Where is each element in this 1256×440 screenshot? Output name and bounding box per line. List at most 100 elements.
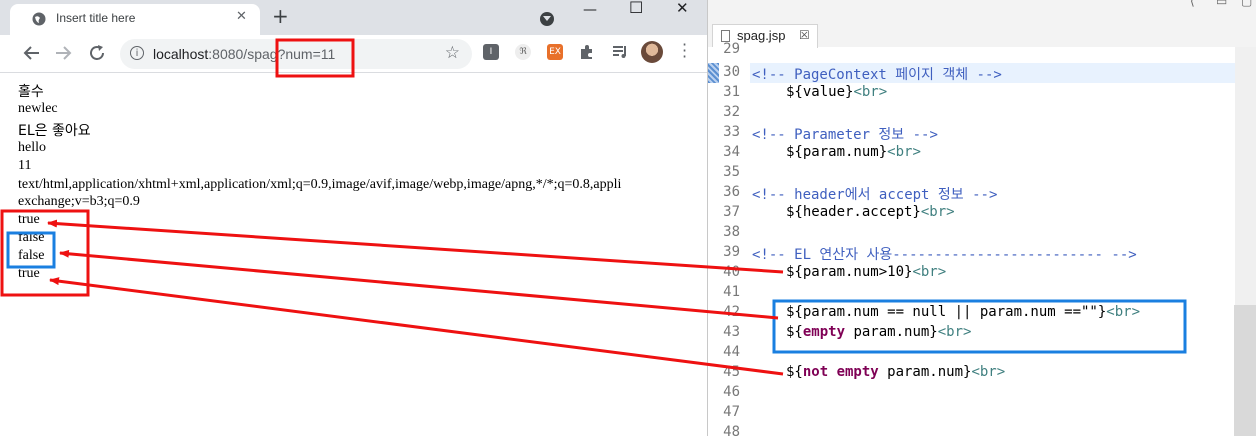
- forward-icon[interactable]: [55, 45, 73, 61]
- editor-scrollbar-thumb[interactable]: [1234, 305, 1256, 436]
- output-line-10: false: [18, 248, 45, 263]
- html-tag: <br>: [853, 84, 888, 100]
- profile-avatar[interactable]: [641, 41, 663, 63]
- code-line-45: ${not empty param.num}<br>: [786, 364, 1005, 380]
- el-rest: param.num}: [878, 364, 972, 380]
- html-tag: <br>: [920, 204, 955, 220]
- el-rest: param.num}: [845, 324, 938, 340]
- code-line-39: <!-- EL 연산자 사용------------------------- …: [752, 247, 1137, 263]
- editor-back-icon[interactable]: ⟨: [1190, 0, 1195, 8]
- line-number: 41: [723, 284, 740, 300]
- tab-search-icon[interactable]: [540, 12, 554, 26]
- editor-tab-strip: ⟨ ▭ ▢ spag.jsp ☒: [708, 0, 1256, 48]
- reload-icon[interactable]: [88, 44, 106, 62]
- el-open: ${: [786, 364, 803, 380]
- media-queue-icon[interactable]: [612, 45, 628, 59]
- line-number: 33: [723, 124, 740, 140]
- code-line-34: ${param.num}<br>: [786, 144, 921, 160]
- tab-title: Insert title here: [56, 11, 136, 25]
- output-line-5: 11: [18, 158, 32, 173]
- line-number: 48: [723, 424, 740, 440]
- back-icon[interactable]: [22, 45, 40, 61]
- editor-restore-icon[interactable]: ▭: [1216, 0, 1227, 8]
- el-expression: ${value}: [786, 84, 854, 100]
- tab-strip: Insert title here ✕ + — ☐ ✕: [0, 0, 707, 35]
- code-line-43: ${empty param.num}<br>: [786, 324, 971, 340]
- file-tab-label: spag.jsp: [737, 28, 786, 43]
- menu-icon[interactable]: · · ·: [682, 37, 687, 65]
- tab-close-icon[interactable]: ✕: [236, 9, 247, 24]
- extension-i-icon[interactable]: I: [483, 44, 499, 60]
- output-line-1: 홀수: [18, 84, 44, 100]
- line-number: 38: [723, 224, 740, 240]
- el-expression: ${header.accept}: [786, 204, 921, 220]
- browser-tab[interactable]: Insert title here ✕: [10, 4, 260, 35]
- new-tab-button[interactable]: +: [272, 4, 289, 28]
- url-text[interactable]: localhost:8080/spag?num=11: [153, 46, 335, 62]
- extension-puzzle-icon[interactable]: [579, 44, 595, 60]
- info-icon[interactable]: i: [130, 46, 144, 60]
- html-tag: <br>: [1106, 304, 1141, 320]
- output-line-2: newlec: [18, 101, 58, 116]
- line-number: 30: [723, 64, 740, 80]
- star-icon[interactable]: ☆: [445, 43, 460, 63]
- code-area[interactable]: <!-- PageContext 페이지 객체 --> ${value}<br>…: [750, 47, 1235, 436]
- output-line-11: true: [18, 266, 40, 281]
- page-content: 홀수 newlec EL은 좋아요 hello 11 text/html,app…: [0, 73, 707, 436]
- line-number: 35: [723, 164, 740, 180]
- line-number-gutter: 29 30 31 32 33 34 35 36 37 38 39 40 41 4…: [708, 41, 750, 440]
- code-editor: ⟨ ▭ ▢ spag.jsp ☒ 29 30 31 32 33 34 35 36…: [708, 0, 1256, 440]
- editor-maximize-icon[interactable]: ▢: [1241, 0, 1252, 8]
- el-open: ${: [786, 324, 803, 340]
- el-expression: ${param.num}: [786, 144, 888, 160]
- line-number: 43: [723, 324, 740, 340]
- browser-toolbar: i localhost:8080/spag?num=11 ☆ I ℜ EX · ·…: [0, 35, 707, 73]
- output-line-9: false: [18, 230, 45, 245]
- line-number: 39: [723, 244, 740, 260]
- line-number: 36: [723, 184, 740, 200]
- line-number: 29: [723, 41, 740, 57]
- line-number: 40: [723, 264, 740, 280]
- output-line-8: true: [18, 212, 40, 227]
- line-number: 46: [723, 384, 740, 400]
- html-tag: <br>: [912, 264, 947, 280]
- code-line-40: ${param.num>10}<br>: [786, 264, 946, 280]
- maximize-button[interactable]: ☐: [629, 0, 643, 17]
- line-number: 34: [723, 144, 740, 160]
- code-line-36: <!-- header에서 accept 정보 -->: [752, 187, 998, 203]
- code-line-31: ${value}<br>: [786, 84, 887, 100]
- el-expression: ${param.num == null || param.num ==""}: [786, 304, 1107, 320]
- output-line-4: hello: [18, 140, 46, 155]
- minimize-button[interactable]: —: [583, 2, 597, 18]
- el-keyword: not empty: [802, 364, 879, 380]
- extension-tn-icon[interactable]: ℜ: [515, 44, 531, 60]
- close-window-button[interactable]: ✕: [676, 0, 689, 17]
- browser-window: Insert title here ✕ + — ☐ ✕ i localhost:…: [0, 0, 708, 436]
- extension-ex-icon[interactable]: EX: [547, 44, 563, 60]
- output-line-6: text/html,application/xhtml+xml,applicat…: [18, 177, 622, 192]
- url-port: :8080/: [208, 46, 248, 62]
- line-number: 37: [723, 204, 740, 220]
- file-tab-close-icon[interactable]: ☒: [799, 28, 810, 42]
- html-tag: <br>: [971, 364, 1006, 380]
- code-line-33: <!-- Parameter 정보 -->: [752, 127, 938, 143]
- html-tag: <br>: [887, 144, 921, 160]
- line-number: 44: [723, 344, 740, 360]
- code-line-30: <!-- PageContext 페이지 객체 -->: [752, 67, 1002, 83]
- output-line-7: exchange;v=b3;q=0.9: [18, 194, 140, 209]
- output-line-3: EL은 좋아요: [18, 123, 91, 139]
- code-line-42: ${param.num == null || param.num ==""}<b…: [786, 304, 1140, 320]
- url-query: ?num=11: [277, 46, 336, 62]
- line-number: 42: [723, 304, 740, 320]
- html-tag: <br>: [937, 324, 972, 340]
- url-host: localhost: [153, 46, 209, 62]
- line-number: 31: [723, 84, 740, 100]
- globe-icon: [32, 12, 46, 26]
- code-line-37: ${header.accept}<br>: [786, 204, 955, 220]
- el-expression: ${param.num>10}: [786, 264, 913, 280]
- address-bar[interactable]: i localhost:8080/spag?num=11 ☆: [120, 39, 472, 69]
- line-number: 45: [723, 364, 740, 380]
- el-keyword: empty: [802, 324, 846, 340]
- url-path: spag: [247, 46, 278, 62]
- line-number: 47: [723, 404, 740, 420]
